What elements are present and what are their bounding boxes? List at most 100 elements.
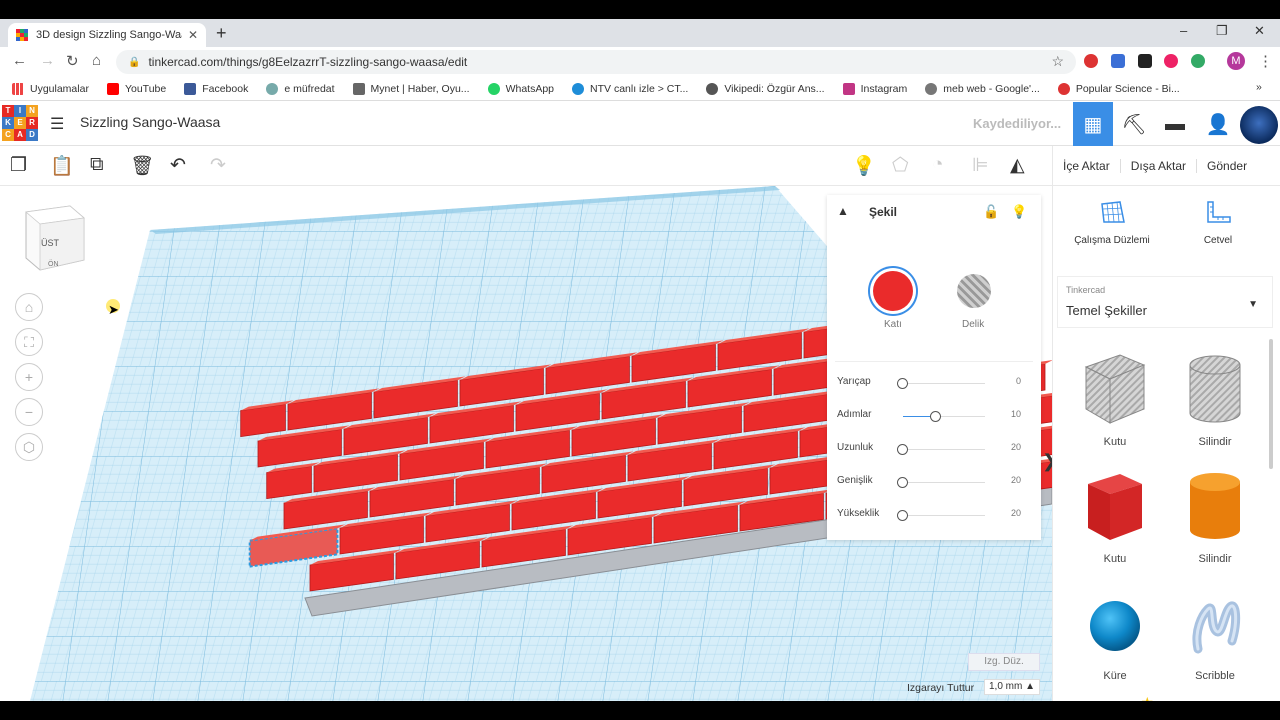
param-slider-track[interactable] — [903, 482, 985, 483]
group-icon[interactable]: ⬠ — [892, 154, 909, 177]
browser-profile-avatar[interactable]: M — [1227, 52, 1245, 70]
extension-icon[interactable] — [1111, 54, 1125, 68]
snap-grid-select[interactable]: 1,0 mm ▲ — [984, 679, 1040, 695]
star-icon[interactable]: ☆ — [1051, 53, 1064, 70]
param-row-3[interactable]: Genişlik 20 — [837, 472, 1033, 492]
bookmark-meb-web[interactable]: meb web - Google'... — [925, 82, 1040, 95]
visibility-bulb-icon[interactable]: 💡 — [1011, 204, 1027, 220]
chevron-down-icon: ▼ — [1248, 299, 1258, 310]
bookmarks-more[interactable]: » — [1256, 81, 1262, 93]
param-slider-track[interactable] — [903, 515, 985, 516]
plus-icon: + — [24, 369, 34, 385]
design-title[interactable]: Sizzling Sango-Waasa — [80, 114, 220, 130]
extension-icon[interactable] — [1138, 54, 1152, 68]
bookmark-whatsapp[interactable]: WhatsApp — [487, 82, 554, 95]
3d-design-view-button[interactable]: ▦ — [1073, 102, 1113, 146]
shape-box-red[interactable]: Kutu — [1065, 468, 1165, 565]
extension-icon[interactable] — [1164, 54, 1178, 68]
extension-icon[interactable] — [1191, 54, 1205, 68]
hole-swatch[interactable] — [957, 274, 991, 308]
zoom-out-button[interactable]: − — [15, 398, 43, 426]
bookmark-apps[interactable]: Uygulamalar — [12, 82, 89, 95]
param-row-2[interactable]: Uzunluk 20 — [837, 439, 1033, 459]
paste-icon[interactable]: 📋 — [50, 154, 74, 178]
fit-view-icon: ⛶ — [24, 333, 34, 350]
send-button[interactable]: Gönder — [1197, 159, 1257, 173]
tinkercad-header: TIN KER CAD ☰ Sizzling Sango-Waasa Kayde… — [0, 102, 1280, 146]
extension-icon[interactable] — [1084, 54, 1098, 68]
shape-box-hole[interactable]: Kutu — [1065, 351, 1165, 448]
minecraft-button[interactable]: ⛏ — [1114, 102, 1154, 146]
back-arrow-icon[interactable]: ← — [12, 52, 27, 69]
design-menu-icon[interactable]: ☰ — [50, 114, 64, 134]
param-slider-knob[interactable] — [897, 444, 908, 455]
bookmark-e-mufredat[interactable]: e müfredat — [266, 82, 335, 95]
e-mufredat-icon — [266, 82, 279, 95]
param-row-1[interactable]: Adımlar 10 — [837, 406, 1033, 426]
shape-sphere[interactable]: Küre — [1065, 591, 1165, 682]
shape-scribble[interactable]: Scribble — [1165, 591, 1265, 682]
address-bar[interactable]: 🔒 tinkercad.com/things/g8EelzazrrT-sizzl… — [116, 50, 1076, 74]
browser-address-row: ← → ↻ ⌂ 🔒 tinkercad.com/things/g8Eelzazr… — [0, 47, 1280, 77]
shape-category-select[interactable]: Tinkercad Temel Şekiller ▼ — [1057, 276, 1273, 328]
bookmark-youtube[interactable]: YouTube — [106, 82, 166, 95]
delete-icon[interactable]: 🗑 — [130, 154, 154, 178]
param-slider-knob[interactable] — [897, 378, 908, 389]
bookmark-instagram[interactable]: Instagram — [842, 82, 907, 95]
param-row-4[interactable]: Yükseklik 20 — [837, 505, 1033, 525]
window-close-icon[interactable]: ✕ — [1254, 23, 1265, 39]
bookmark-mynet[interactable]: Mynet | Haber, Oyu... — [352, 82, 470, 95]
shape-cylinder-hole[interactable]: Silindir — [1165, 351, 1265, 448]
minimize-icon[interactable]: – — [1180, 23, 1187, 38]
param-slider-knob[interactable] — [897, 510, 908, 521]
notes-bulb-icon[interactable]: 💡 — [852, 154, 876, 178]
mirror-icon[interactable]: ◭ — [1010, 154, 1025, 177]
shape-cylinder-orange[interactable]: Silindir — [1165, 468, 1265, 565]
undo-icon[interactable]: ↶ — [170, 154, 186, 177]
param-slider-track[interactable] — [903, 383, 985, 384]
bricks-button[interactable]: ▬ — [1155, 102, 1195, 146]
bookmark-ntv[interactable]: NTV canlı izle > CT... — [572, 82, 688, 95]
library-scrollbar[interactable] — [1269, 339, 1273, 469]
close-icon[interactable]: ✕ — [188, 28, 198, 42]
reload-icon[interactable]: ↻ — [66, 52, 79, 70]
browser-menu-icon[interactable]: ⋮ — [1258, 52, 1273, 70]
new-tab-button[interactable]: + — [216, 23, 227, 44]
export-button[interactable]: Dışa Aktar — [1121, 158, 1198, 173]
solid-color-swatch[interactable] — [873, 271, 913, 311]
param-slider-knob[interactable] — [897, 477, 908, 488]
fit-view-button[interactable]: ⛶ — [15, 328, 43, 356]
param-slider-knob[interactable] — [929, 411, 941, 422]
param-slider-track[interactable] — [903, 416, 985, 417]
tinkercad-favicon — [16, 29, 28, 41]
param-row-0[interactable]: Yarıçap 0 — [837, 373, 1033, 393]
bookmark-facebook[interactable]: Facebook — [184, 82, 248, 95]
duplicate-icon[interactable]: ⧉ — [90, 154, 104, 176]
ruler-tool[interactable]: Cetvel — [1163, 198, 1273, 246]
redo-icon[interactable]: ↷ — [210, 154, 226, 177]
copy-icon[interactable]: ❐ — [10, 154, 27, 177]
collapse-caret-icon[interactable]: ▲ — [837, 204, 849, 218]
edit-grid-button[interactable]: Izg. Düz. — [968, 653, 1040, 671]
restore-icon[interactable]: ❐ — [1216, 23, 1228, 39]
view-cube[interactable]: ÜST ÖN — [24, 204, 86, 276]
add-user-icon: 👤 — [1205, 113, 1231, 136]
align-icon[interactable]: ⊫ — [972, 154, 989, 177]
add-user-button[interactable]: 👤 — [1198, 102, 1238, 146]
browser-tab[interactable]: 3D design Sizzling Sango-Waasa ✕ — [8, 23, 206, 47]
tinkercad-logo[interactable]: TIN KER CAD — [2, 105, 38, 141]
home-icon[interactable]: ⌂ — [92, 52, 101, 69]
bookmark-popular-science[interactable]: Popular Science - Bi... — [1057, 82, 1180, 95]
zoom-in-button[interactable]: + — [15, 363, 43, 391]
bookmarks-bar: Uygulamalar YouTube Facebook e müfredat … — [0, 77, 1280, 101]
bookmark-vikipedi[interactable]: Vikipedi: Özgür Ans... — [706, 82, 825, 95]
workplane-tool[interactable]: Çalışma Düzlemi — [1057, 198, 1167, 246]
perspective-button[interactable]: ⬡ — [15, 433, 43, 461]
lock-icon[interactable]: 🔓 — [983, 204, 999, 220]
param-slider-track[interactable] — [903, 449, 985, 450]
import-button[interactable]: İçe Aktar — [1053, 158, 1121, 173]
ungroup-icon[interactable]: ◔ — [932, 154, 943, 176]
forward-arrow-icon[interactable]: → — [40, 52, 55, 69]
user-avatar[interactable] — [1240, 106, 1278, 144]
home-view-button[interactable]: ⌂ — [15, 293, 43, 321]
